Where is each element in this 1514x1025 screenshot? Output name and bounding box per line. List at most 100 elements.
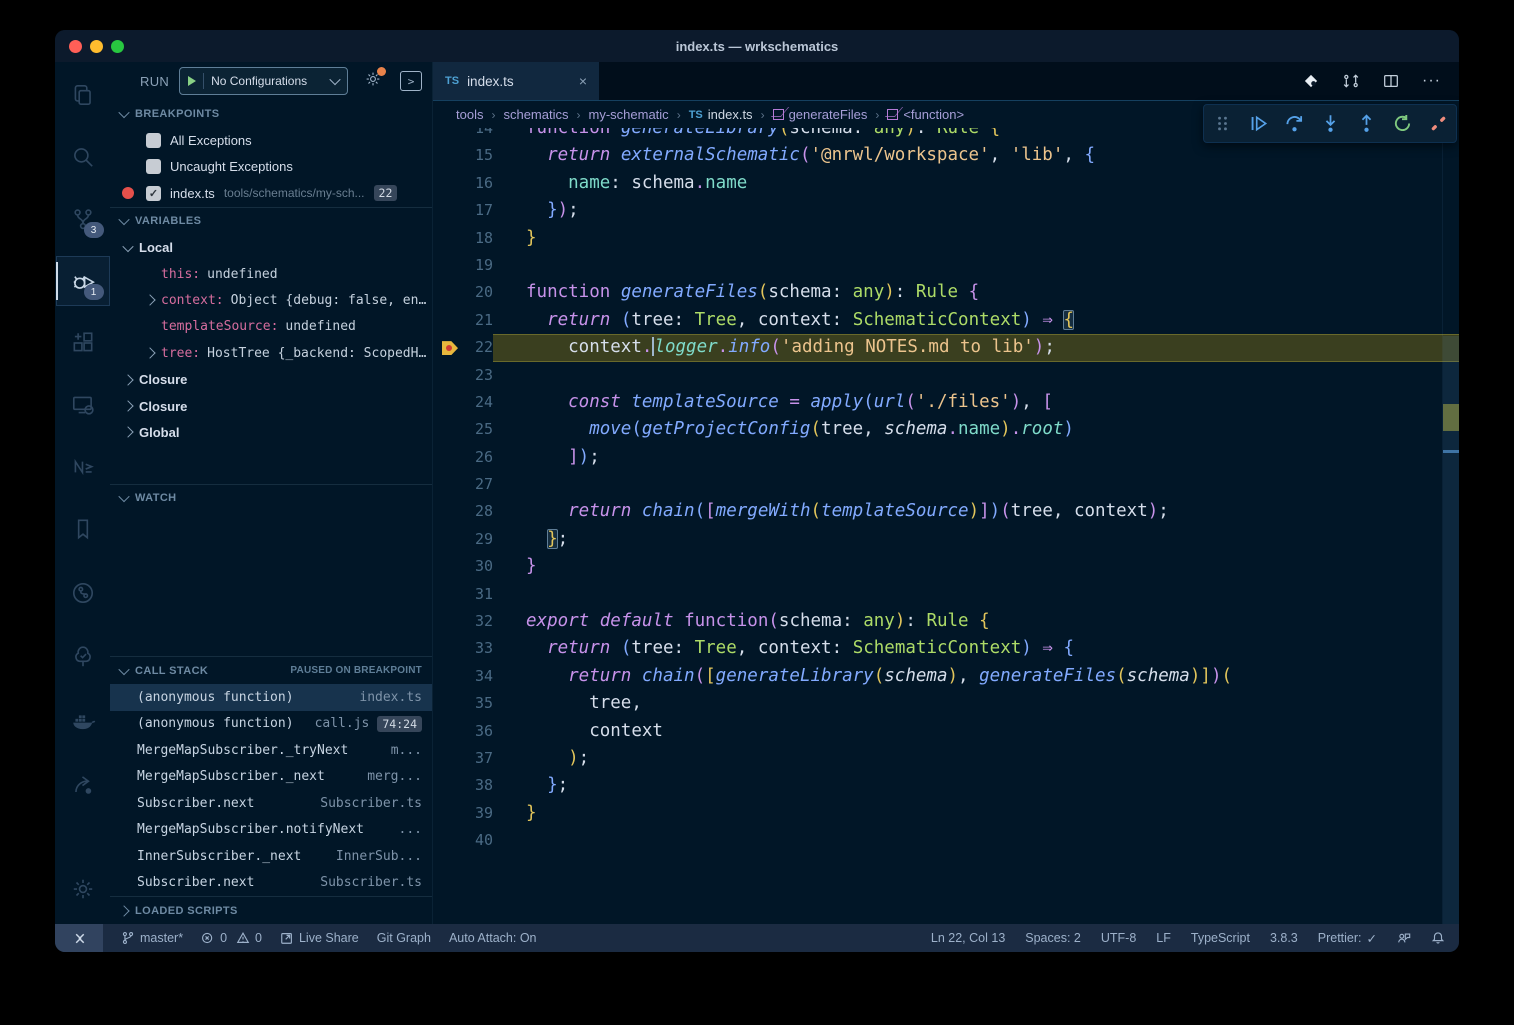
gutter-glyph-margin[interactable] [433,307,461,334]
gutter-glyph-margin[interactable] [433,526,461,553]
checkbox-unchecked[interactable] [146,133,161,148]
gutter-glyph-margin[interactable] [433,197,461,224]
gutter-glyph-margin[interactable] [433,334,461,361]
feedback-icon[interactable] [1397,931,1411,945]
live-share-icon[interactable] [56,760,110,810]
code-line-36[interactable]: 36context [433,718,1459,745]
code-editor[interactable]: 14function generateLibrary(schema: any):… [433,128,1459,924]
variable-row[interactable]: Local [110,235,432,261]
prettier-status[interactable]: Prettier: ✓ [1318,931,1377,946]
code-line-24[interactable]: 24const templateSource = apply(url('./fi… [433,389,1459,416]
close-tab-icon[interactable]: × [579,73,587,89]
gutter-glyph-margin[interactable] [433,608,461,635]
code-line-38[interactable]: 38}; [433,772,1459,799]
breakpoints-section-header[interactable]: BREAKPOINTS [110,100,432,127]
variables-section-header[interactable]: VARIABLES [110,207,432,235]
gutter-glyph-margin[interactable] [433,663,461,690]
remote-indicator[interactable] [55,924,103,952]
continue-icon[interactable] [1249,114,1268,133]
code-line-16[interactable]: 16name: schema.name [433,170,1459,197]
testing-tree-icon[interactable] [56,632,110,682]
gutter-glyph-margin[interactable] [433,444,461,471]
gutter-glyph-margin[interactable] [433,718,461,745]
problems-status[interactable]: 0 0 [201,931,262,945]
code-line-19[interactable]: 19 [433,252,1459,279]
gutter-glyph-margin[interactable] [433,252,461,279]
notifications-bell-icon[interactable] [1431,931,1445,945]
start-debug-icon[interactable] [188,76,196,86]
breadcrumb-item[interactable]: my-schematic [589,107,669,122]
code-line-35[interactable]: 35tree, [433,690,1459,717]
extensions-icon[interactable] [56,318,110,368]
breadcrumb-item[interactable]: tools [456,107,483,122]
code-line-26[interactable]: 26]); [433,444,1459,471]
nx-console-icon[interactable] [56,442,110,492]
step-over-icon[interactable] [1285,114,1304,133]
gutter-glyph-margin[interactable] [433,225,461,252]
gutter-glyph-margin[interactable] [433,745,461,772]
gutter-glyph-margin[interactable] [433,142,461,169]
breadcrumb-item[interactable]: TSindex.ts [689,107,753,122]
close-window-button[interactable] [69,40,82,53]
indentation-status[interactable]: Spaces: 2 [1025,931,1081,945]
code-line-37[interactable]: 37); [433,745,1459,772]
remote-explorer-icon[interactable] [56,380,110,430]
gutter-glyph-margin[interactable] [433,416,461,443]
settings-gear-icon[interactable] [56,864,110,914]
variable-row[interactable]: Global [110,419,432,445]
code-line-29[interactable]: 29}; [433,526,1459,553]
loaded-scripts-section-header[interactable]: LOADED SCRIPTS [110,896,432,924]
live-share-status[interactable]: Live Share [280,931,359,945]
configure-gear-icon[interactable] [364,70,382,93]
gutter-glyph-margin[interactable] [433,362,461,389]
gutter-glyph-margin[interactable] [433,800,461,827]
code-line-25[interactable]: 25move(getProjectConfig(tree, schema.nam… [433,416,1459,443]
restart-icon[interactable] [1393,114,1412,133]
zoom-window-button[interactable] [111,40,124,53]
code-line-39[interactable]: 39} [433,800,1459,827]
code-line-28[interactable]: 28return chain([mergeWith(templateSource… [433,498,1459,525]
code-line-30[interactable]: 30} [433,553,1459,580]
variable-row[interactable]: Closure [110,366,432,392]
checkbox-unchecked[interactable] [146,159,161,174]
variable-row[interactable]: templateSource:undefined [110,314,432,340]
code-line-21[interactable]: 21return (tree: Tree, context: Schematic… [433,307,1459,334]
call-stack-frame[interactable]: MergeMapSubscriber.notifyNext... [110,817,432,844]
explorer-icon[interactable] [56,70,110,120]
code-line-32[interactable]: 32export default function(schema: any): … [433,608,1459,635]
step-out-icon[interactable] [1357,114,1376,133]
gutter-glyph-margin[interactable] [433,772,461,799]
call-stack-frame[interactable]: Subscriber.nextSubscriber.ts [110,790,432,817]
variable-row[interactable]: tree:HostTree {_backend: ScopedH… [110,340,432,366]
run-debug-icon[interactable]: 1 [56,256,110,306]
breadcrumb-item[interactable]: <function> [887,107,964,122]
disconnect-icon[interactable] [1429,114,1448,133]
minimize-window-button[interactable] [90,40,103,53]
gutter-glyph-margin[interactable] [433,553,461,580]
breadcrumb-item[interactable]: schematics [503,107,568,122]
eol-status[interactable]: LF [1156,931,1171,945]
code-line-34[interactable]: 34return chain([generateLibrary(schema),… [433,663,1459,690]
code-line-17[interactable]: 17}); [433,197,1459,224]
more-actions-icon[interactable]: ··· [1422,72,1441,90]
git-branch-status[interactable]: master* [121,931,183,945]
gutter-glyph-margin[interactable] [433,279,461,306]
auto-attach-status[interactable]: Auto Attach: On [449,931,537,945]
cursor-position-status[interactable]: Ln 22, Col 13 [931,931,1005,945]
call-stack-section-header[interactable]: CALL STACK PAUSED ON BREAKPOINT [110,656,432,684]
code-line-15[interactable]: 15return externalSchematic('@nrwl/worksp… [433,142,1459,169]
gutter-glyph-margin[interactable] [433,389,461,416]
code-line-23[interactable]: 23 [433,362,1459,389]
search-icon[interactable] [56,132,110,182]
gutter-glyph-margin[interactable] [433,827,461,854]
git-history-icon[interactable] [56,568,110,618]
watch-section-header[interactable]: WATCH [110,484,432,512]
toolbar-drag-handle[interactable] [1213,114,1232,133]
language-status[interactable]: TypeScript [1191,931,1250,945]
variable-row[interactable]: context:Object {debug: false, en… [110,287,432,313]
git-graph-status[interactable]: Git Graph [377,931,431,945]
tab-index-ts[interactable]: TS index.ts × [433,62,599,100]
docker-icon[interactable] [56,696,110,746]
gutter-glyph-margin[interactable] [433,471,461,498]
encoding-status[interactable]: UTF-8 [1101,931,1136,945]
